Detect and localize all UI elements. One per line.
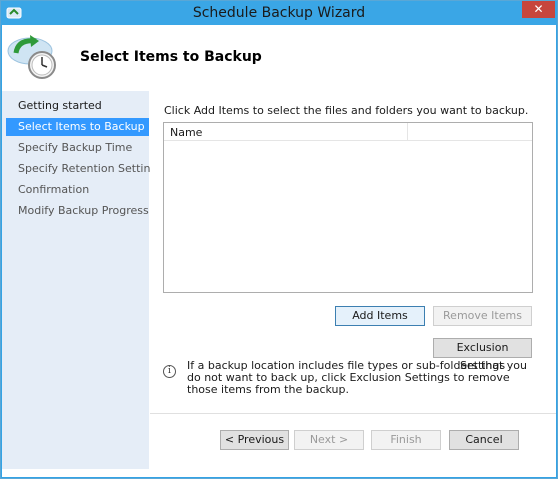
nav-item-retention-setting[interactable]: Specify Retention Setting: [6, 160, 157, 178]
remove-items-button[interactable]: Remove Items: [433, 306, 532, 326]
footer-divider: [150, 413, 556, 414]
finish-label: Finish: [390, 433, 422, 446]
column-header-name[interactable]: Name: [170, 126, 202, 139]
cancel-button[interactable]: Cancel: [449, 430, 519, 450]
column-divider[interactable]: [407, 123, 408, 140]
nav-item-confirmation[interactable]: Confirmation: [6, 181, 149, 199]
previous-label: < Previous: [224, 433, 285, 446]
list-header: Name: [164, 123, 532, 141]
backup-clock-icon: [7, 35, 56, 79]
wizard-body: Getting started Select Items to Backup S…: [2, 91, 556, 477]
window-title: Schedule Backup Wizard: [192, 5, 366, 21]
next-button[interactable]: Next >: [294, 430, 364, 450]
previous-button[interactable]: < Previous: [220, 430, 289, 450]
nav-item-getting-started[interactable]: Getting started: [6, 97, 149, 115]
add-items-label: Add Items: [352, 309, 408, 322]
nav-item-backup-progress[interactable]: Modify Backup Progress: [6, 202, 149, 220]
title-bar[interactable]: Schedule Backup Wizard ✕: [1, 1, 557, 25]
nav-item-backup-time[interactable]: Specify Backup Time: [6, 139, 149, 157]
bottom-edge: [2, 469, 556, 477]
wizard-header: Select Items to Backup: [2, 25, 556, 91]
wizard-steps-nav: Getting started Select Items to Backup S…: [2, 91, 157, 469]
instruction-text: Click Add Items to select the files and …: [164, 104, 529, 117]
nav-item-select-items[interactable]: Select Items to Backup: [6, 118, 149, 136]
info-text: If a backup location includes file types…: [187, 359, 527, 396]
add-items-button[interactable]: Add Items: [335, 306, 425, 326]
close-button[interactable]: ✕: [522, 1, 555, 18]
items-list[interactable]: Name: [163, 122, 533, 293]
wizard-window: Schedule Backup Wizard ✕ Select Items to…: [0, 0, 558, 479]
info-icon: i: [163, 365, 176, 378]
next-label: Next >: [309, 433, 349, 446]
cancel-label: Cancel: [465, 433, 503, 446]
page-title: Select Items to Backup: [80, 49, 262, 65]
remove-items-label: Remove Items: [443, 309, 522, 322]
exclusion-settings-button[interactable]: Exclusion Settings: [433, 338, 532, 372]
finish-button[interactable]: Finish: [371, 430, 441, 450]
